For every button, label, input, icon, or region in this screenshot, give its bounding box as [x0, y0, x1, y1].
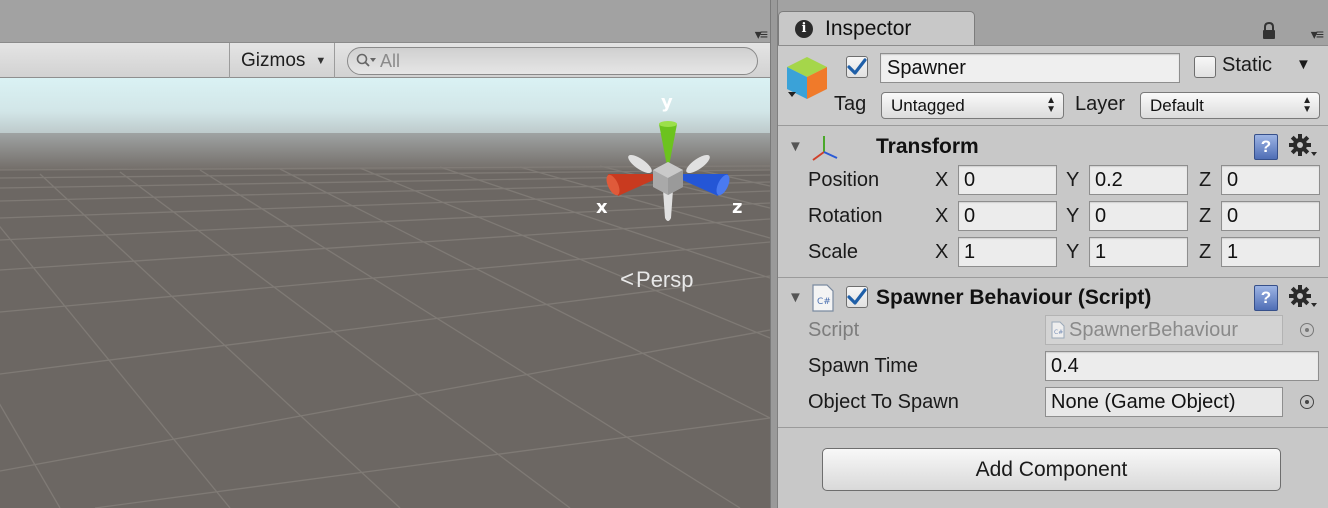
foldout-arrow-icon[interactable]: ▼	[788, 138, 803, 155]
add-component-button[interactable]: Add Component	[822, 448, 1281, 491]
tab-inspector[interactable]: i Inspector	[778, 11, 975, 45]
position-z-field[interactable]: 0	[1221, 165, 1320, 195]
static-dropdown-arrow-icon[interactable]: ▼	[1296, 56, 1311, 73]
chevron-down-icon: ▼	[315, 54, 327, 67]
scene-view: ▾≡ Gizmos ▼ All y x z < Persp	[0, 0, 770, 508]
gameobject-cube-icon[interactable]	[784, 54, 830, 107]
object-to-spawn-field[interactable]: None (Game Object)	[1045, 387, 1283, 417]
script-reference-field: C# SpawnerBehaviour	[1045, 315, 1283, 345]
script-label: Script	[808, 319, 860, 341]
tag-label: Tag	[834, 93, 867, 115]
perspective-icon: <	[620, 266, 635, 293]
panel-splitter[interactable]	[770, 0, 778, 508]
spawn-time-label: Spawn Time	[808, 355, 919, 377]
rotation-x-field[interactable]: 0	[958, 201, 1057, 231]
gear-icon[interactable]	[1289, 134, 1319, 165]
help-icon[interactable]: ?	[1254, 285, 1278, 311]
transform-header[interactable]: ▼ Transform ?	[778, 130, 1328, 164]
panel-menu-icon[interactable]: ▾≡	[755, 26, 768, 43]
svg-text:C#: C#	[1054, 329, 1063, 336]
csharp-script-icon: C#	[1051, 321, 1065, 339]
search-placeholder: All	[380, 50, 401, 71]
scene-search-input[interactable]: All	[347, 47, 758, 75]
tag-value: Untagged	[891, 95, 965, 115]
position-label: Position	[808, 169, 880, 191]
rotation-y-field[interactable]: 0	[1089, 201, 1188, 231]
axis-y-label: Y	[1066, 169, 1080, 191]
script-component-header[interactable]: ▼ C# Spawner Behaviour (Script) ?	[778, 281, 1328, 315]
panel-menu-icon[interactable]: ▾≡	[1311, 26, 1324, 43]
position-x-field[interactable]: 0	[958, 165, 1057, 195]
axis-y-label: Y	[1066, 205, 1080, 227]
gizmo-axis-z: z	[732, 197, 743, 218]
axis-x-label: X	[935, 169, 949, 191]
layer-label: Layer	[1075, 93, 1126, 115]
scene-toolbar: Gizmos ▼ All	[0, 42, 770, 78]
info-icon: i	[795, 19, 813, 38]
axis-x-label: X	[935, 241, 949, 263]
gear-icon[interactable]	[1289, 285, 1319, 316]
projection-label: Persp	[636, 267, 694, 292]
gameobject-header: Spawner Static ▼ Tag Untagged ▲ ▼ Layer D…	[778, 46, 1328, 126]
scale-x-field[interactable]: 1	[958, 237, 1057, 267]
scene-viewport[interactable]: y x z < Persp	[0, 78, 770, 508]
active-checkbox[interactable]	[846, 56, 868, 78]
csharp-script-icon: C#	[812, 284, 834, 317]
inspector-panel: i Inspector ▾≡ Spawner Static ▼ Tag Unta…	[778, 0, 1328, 508]
axis-z-label: Z	[1199, 205, 1212, 227]
script-component-title: Spawner Behaviour (Script)	[876, 286, 1152, 309]
axis-y-label: Y	[1066, 241, 1080, 263]
gizmos-label: Gizmos	[241, 49, 306, 71]
search-icon[interactable]	[356, 53, 378, 69]
script-value: SpawnerBehaviour	[1069, 318, 1238, 341]
lock-icon[interactable]	[1262, 21, 1276, 45]
axis-z-label: Z	[1199, 241, 1212, 263]
gizmos-dropdown[interactable]: Gizmos ▼	[229, 43, 335, 78]
scene-tabstrip: ▾≡	[0, 0, 770, 42]
axis-x-label: X	[935, 205, 949, 227]
transform-icon	[810, 134, 840, 167]
layer-dropdown[interactable]: Default ▲ ▼	[1140, 92, 1320, 119]
static-label: Static	[1222, 54, 1273, 76]
object-to-spawn-label: Object To Spawn	[808, 391, 959, 413]
gameobject-name-field[interactable]: Spawner	[880, 53, 1180, 83]
scale-label: Scale	[808, 241, 859, 263]
rotation-z-field[interactable]: 0	[1221, 201, 1320, 231]
transform-title: Transform	[876, 135, 979, 158]
tab-inspector-label: Inspector	[825, 16, 912, 40]
tag-dropdown[interactable]: Untagged ▲ ▼	[881, 92, 1064, 119]
component-divider	[778, 277, 1328, 278]
script-enabled-checkbox[interactable]	[846, 286, 868, 308]
help-icon[interactable]: ?	[1254, 134, 1278, 160]
axis-z-label: Z	[1199, 169, 1212, 191]
gizmo-axis-y: y	[661, 92, 673, 113]
component-divider	[778, 427, 1328, 428]
rotation-label: Rotation	[808, 205, 883, 227]
object-picker-icon[interactable]	[1300, 395, 1314, 409]
position-y-field[interactable]: 0.2	[1089, 165, 1188, 195]
foldout-arrow-icon[interactable]: ▼	[788, 289, 803, 306]
gizmo-axis-x: x	[596, 197, 608, 218]
scale-y-field[interactable]: 1	[1089, 237, 1188, 267]
inspector-content: Spawner Static ▼ Tag Untagged ▲ ▼ Layer D…	[778, 45, 1328, 508]
layer-value: Default	[1150, 95, 1204, 115]
scale-z-field[interactable]: 1	[1221, 237, 1320, 267]
dropdown-arrows-icon: ▲ ▼	[1046, 95, 1056, 115]
spawn-time-field[interactable]: 0.4	[1045, 351, 1319, 381]
projection-toggle[interactable]: < Persp	[620, 266, 694, 294]
static-checkbox[interactable]	[1194, 56, 1216, 78]
object-picker-icon	[1300, 323, 1314, 337]
dropdown-arrows-icon: ▲ ▼	[1302, 95, 1312, 115]
svg-text:C#: C#	[817, 297, 831, 307]
